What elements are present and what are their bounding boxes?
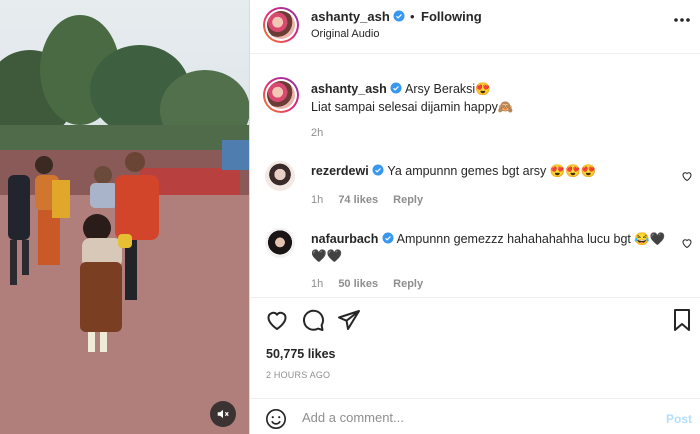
comment-time[interactable]: 1h bbox=[311, 278, 323, 290]
comment-bar: Post bbox=[250, 398, 700, 434]
video-frame bbox=[0, 15, 250, 434]
heart-icon[interactable] bbox=[681, 170, 693, 182]
comment-input[interactable] bbox=[302, 406, 642, 428]
comment-text-continued: 🖤🖤 bbox=[311, 249, 343, 263]
caption-avatar[interactable] bbox=[263, 77, 299, 113]
original-audio-link[interactable]: Original Audio bbox=[311, 28, 380, 40]
following-button[interactable]: Following bbox=[421, 9, 482, 24]
verified-badge-icon bbox=[372, 164, 384, 176]
caption-username[interactable]: ashanty_ash bbox=[311, 82, 387, 96]
post-details-panel: ashanty_ash • Following Original Audio a… bbox=[250, 0, 700, 434]
reply-button[interactable]: Reply bbox=[393, 194, 423, 206]
comment-bubble-icon[interactable] bbox=[301, 308, 325, 332]
post-timestamp: 2 HOURS AGO bbox=[266, 370, 331, 380]
reply-button[interactable]: Reply bbox=[393, 278, 423, 290]
video-player[interactable] bbox=[0, 0, 250, 434]
caption-line: ashanty_ash Arsy Beraksi😍 bbox=[311, 82, 491, 97]
author-avatar[interactable] bbox=[263, 7, 299, 43]
ellipsis-icon[interactable] bbox=[672, 14, 692, 26]
verified-badge-icon bbox=[382, 232, 394, 244]
paper-plane-icon[interactable] bbox=[337, 308, 361, 332]
speaker-muted-icon bbox=[217, 409, 229, 419]
comment-line: rezerdewi Ya ampunnn gemes bgt arsy 😍😍😍 bbox=[311, 164, 596, 179]
heart-icon[interactable] bbox=[265, 308, 289, 332]
verified-badge-icon bbox=[390, 82, 402, 94]
comment-time[interactable]: 1h bbox=[311, 194, 323, 206]
mute-toggle-button[interactable] bbox=[210, 401, 236, 427]
author-username[interactable]: ashanty_ash bbox=[311, 9, 405, 24]
header-divider bbox=[250, 53, 700, 54]
commenter-avatar[interactable] bbox=[265, 228, 295, 258]
header-separator: • bbox=[410, 9, 415, 24]
caption-timestamp[interactable]: 2h bbox=[311, 127, 323, 139]
heart-icon[interactable] bbox=[681, 237, 693, 249]
comment-text: Ya ampunnn gemes bgt arsy 😍😍😍 bbox=[387, 164, 597, 178]
caption-body: Liat sampai selesai dijamin happy🙈 bbox=[311, 100, 514, 114]
comment-line: nafaurbach Ampunnn gemezzz hahahahahha l… bbox=[311, 232, 665, 247]
actions-divider bbox=[250, 297, 700, 298]
comment-username[interactable]: rezerdewi bbox=[311, 164, 369, 178]
bookmark-icon[interactable] bbox=[671, 308, 693, 332]
comment-meta: 1h 74 likes Reply bbox=[311, 194, 435, 206]
post-comment-button[interactable]: Post bbox=[666, 412, 692, 426]
comment-username[interactable]: nafaurbach bbox=[311, 232, 378, 246]
comment-text: Ampunnn gemezzz hahahahahha lucu bgt 😂🖤 bbox=[396, 232, 666, 246]
comment-likes[interactable]: 74 likes bbox=[338, 194, 378, 206]
verified-badge-icon bbox=[393, 10, 405, 22]
likes-count[interactable]: 50,775 likes bbox=[266, 347, 336, 361]
caption-title: Arsy Beraksi😍 bbox=[405, 82, 491, 96]
comment-meta: 1h 50 likes Reply bbox=[311, 278, 435, 290]
smiley-icon[interactable] bbox=[265, 408, 287, 430]
comment-likes[interactable]: 50 likes bbox=[338, 278, 378, 290]
commenter-avatar[interactable] bbox=[265, 161, 295, 191]
